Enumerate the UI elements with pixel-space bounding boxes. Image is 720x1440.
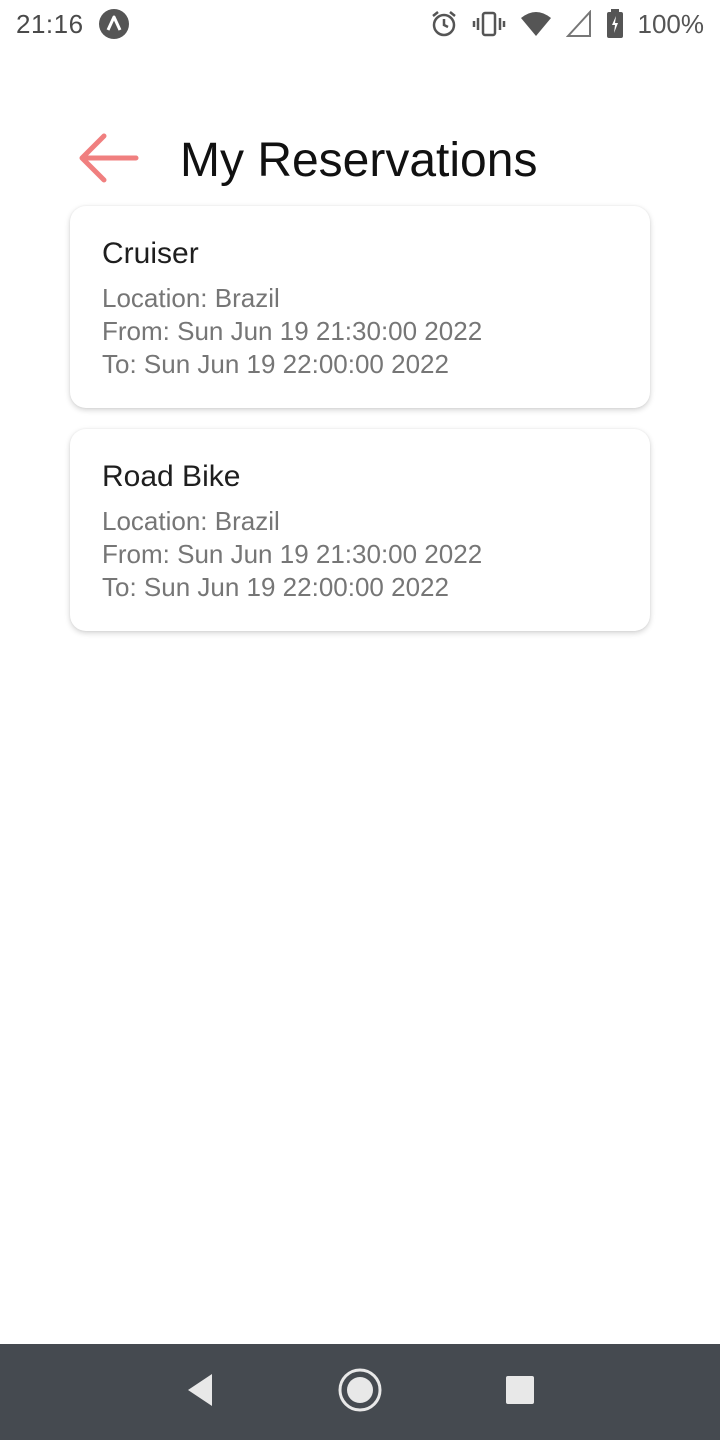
- wifi-icon: [520, 10, 552, 38]
- battery-charging-icon: [606, 9, 624, 39]
- reservation-list: Cruiser Location: Brazil From: Sun Jun 1…: [70, 206, 650, 652]
- reservation-location: Location: Brazil: [102, 506, 280, 536]
- nav-recents-button[interactable]: [480, 1352, 560, 1432]
- signal-icon: [565, 10, 592, 38]
- nav-home-icon: [337, 1367, 383, 1418]
- vibrate-icon: [472, 10, 506, 38]
- battery-percent: 100%: [637, 8, 705, 39]
- nav-home-button[interactable]: [320, 1352, 400, 1432]
- reservation-location: Location: Brazil: [102, 283, 280, 313]
- page-header: My Reservations: [76, 128, 537, 192]
- reservation-to: To: Sun Jun 19 22:00:00 2022: [102, 349, 449, 379]
- app-a-icon: [98, 8, 130, 40]
- status-time: 21:16: [16, 8, 84, 39]
- nav-recents-icon: [504, 1374, 536, 1411]
- arrow-left-icon: [76, 130, 140, 191]
- nav-back-icon: [184, 1372, 216, 1413]
- page-title: My Reservations: [180, 133, 538, 187]
- status-bar: 21:16 100%: [0, 0, 720, 48]
- reservation-name: Cruiser: [102, 237, 199, 270]
- reservation-name: Road Bike: [102, 460, 241, 493]
- reservation-card[interactable]: Cruiser Location: Brazil From: Sun Jun 1…: [70, 206, 650, 408]
- reservation-card[interactable]: Road Bike Location: Brazil From: Sun Jun…: [70, 429, 650, 631]
- alarm-icon: [430, 10, 458, 38]
- reservation-to: To: Sun Jun 19 22:00:00 2022: [102, 572, 449, 602]
- nav-back-button[interactable]: [160, 1352, 240, 1432]
- status-right: 100%: [430, 8, 705, 40]
- reservation-from: From: Sun Jun 19 21:30:00 2022: [102, 539, 483, 569]
- reservation-from: From: Sun Jun 19 21:30:00 2022: [102, 316, 483, 346]
- back-button[interactable]: [76, 128, 146, 192]
- system-nav-bar: [0, 1344, 720, 1440]
- status-left: 21:16: [16, 8, 130, 40]
- app-screen: 21:16 100% My Reservations Cruiser Locat…: [0, 0, 720, 1440]
